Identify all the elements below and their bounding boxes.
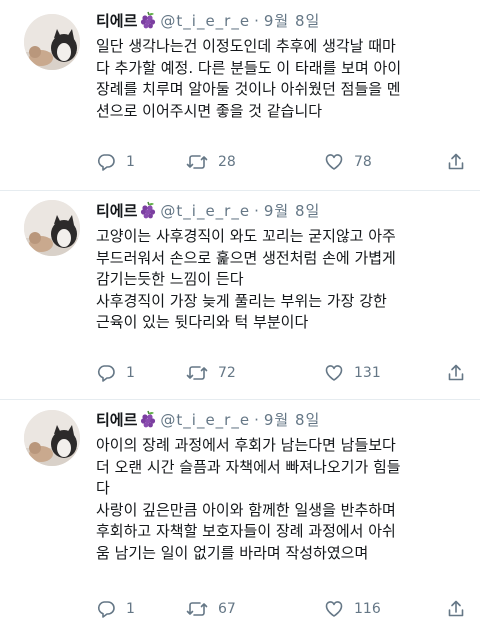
like-icon bbox=[325, 365, 343, 381]
retweet-icon bbox=[186, 602, 208, 616]
tweet-line: 고양이는 사후경직이 와도 꼬리는 굳지않고 아주 bbox=[96, 227, 396, 245]
display-name[interactable]: 티에르 bbox=[96, 202, 137, 220]
like-button[interactable]: 131 bbox=[324, 362, 381, 384]
timestamp[interactable]: 9월 8일 bbox=[264, 202, 320, 220]
reply-icon bbox=[97, 154, 115, 171]
tweet-header: 티에르 @t_i_e_r_e · 9월 8일 bbox=[96, 409, 320, 431]
grape-emoji bbox=[139, 201, 157, 225]
retweet-count: 28 bbox=[218, 154, 236, 170]
reply-button[interactable]: 1 bbox=[96, 151, 135, 173]
retweet-count: 72 bbox=[218, 365, 236, 381]
share-button[interactable] bbox=[446, 598, 466, 620]
tweet-1[interactable]: 티에르 @t_i_e_r_e · 9월 8일 일단 생각나는건 이정도인데 추후에 생… bbox=[0, 0, 480, 190]
avatar[interactable] bbox=[24, 200, 80, 256]
tweet-line: 감기는듯한 느낌이 든다 bbox=[96, 270, 244, 288]
separator: · bbox=[254, 411, 260, 429]
reply-button[interactable]: 1 bbox=[96, 598, 135, 620]
grape-emoji bbox=[139, 410, 157, 434]
tweet-text: 일단 생각나는건 이정도인데 추후에 생각날 때마 다 추가할 예정. 다른 분… bbox=[96, 36, 466, 122]
tweet-actions: 1 28 78 bbox=[96, 151, 468, 173]
timestamp[interactable]: 9월 8일 bbox=[264, 411, 320, 429]
like-button[interactable]: 78 bbox=[324, 151, 372, 173]
reply-count: 1 bbox=[126, 154, 135, 170]
tweet-text: 고양이는 사후경직이 와도 꼬리는 굳지않고 아주 부드러워서 손으로 훑으면 … bbox=[96, 226, 466, 334]
tweet-line: 장례를 치루며 알아둘 것이나 아쉬웠던 점들을 멘 bbox=[96, 80, 401, 98]
avatar[interactable] bbox=[24, 410, 80, 466]
like-icon bbox=[325, 154, 343, 170]
share-icon bbox=[448, 364, 464, 381]
tweet-header: 티에르 @t_i_e_r_e · 9월 8일 bbox=[96, 10, 320, 32]
tweet-2[interactable]: 티에르 @t_i_e_r_e · 9월 8일 고양이는 사후경직이 와도 꼬리는 굳지… bbox=[0, 191, 480, 399]
tweet-line: 근육이 있는 뒷다리와 턱 부분이다 bbox=[96, 313, 309, 331]
like-button[interactable]: 116 bbox=[324, 598, 381, 620]
tweet-line: 더 오랜 시간 슬픔과 자책에서 빠져나오기가 힘들 bbox=[96, 457, 401, 476]
reply-icon bbox=[97, 365, 115, 382]
tweet-line: 아이의 장례 과정에서 후회가 남는다면 남들보다 bbox=[96, 436, 396, 454]
tweet-actions: 1 72 131 bbox=[96, 362, 468, 384]
like-count: 116 bbox=[354, 601, 381, 617]
tweet-actions: 1 67 116 bbox=[96, 598, 468, 620]
separator: · bbox=[254, 12, 260, 30]
separator: · bbox=[254, 202, 260, 220]
avatar-cat-photo bbox=[24, 14, 80, 70]
avatar[interactable] bbox=[24, 14, 80, 70]
share-icon bbox=[448, 600, 464, 617]
avatar-cat-photo bbox=[24, 410, 80, 466]
tweet-line: 일단 생각나는건 이정도인데 추후에 생각날 때마 bbox=[96, 37, 396, 55]
share-button[interactable] bbox=[446, 362, 466, 384]
reply-count: 1 bbox=[126, 365, 135, 381]
tweet-line: 움 남기는 일이 없기를 바라며 작성하였으며 bbox=[96, 543, 369, 562]
share-icon bbox=[448, 153, 464, 170]
tweet-3[interactable]: 티에르 @t_i_e_r_e · 9월 8일 아이의 장례 과정에서 후회가 남는다면… bbox=[0, 400, 480, 630]
tweet-line: 다 추가할 예정. 다른 분들도 이 타래를 보며 아이 bbox=[96, 58, 402, 77]
retweet-button[interactable]: 28 bbox=[186, 151, 236, 173]
retweet-count: 67 bbox=[218, 601, 236, 617]
reply-count: 1 bbox=[126, 601, 135, 617]
tweet-line: 사랑이 깊은만큼 아이와 함께한 일생을 반추하며 bbox=[96, 500, 396, 519]
avatar-cat-photo bbox=[24, 200, 80, 256]
display-name[interactable]: 티에르 bbox=[96, 12, 137, 30]
handle[interactable]: @t_i_e_r_e bbox=[160, 411, 250, 429]
grape-emoji bbox=[139, 11, 157, 35]
tweet-text: 아이의 장례 과정에서 후회가 남는다면 남들보다 더 오랜 시간 슬픔과 자책… bbox=[96, 435, 466, 564]
retweet-button[interactable]: 67 bbox=[186, 598, 236, 620]
retweet-icon bbox=[186, 155, 208, 169]
retweet-button[interactable]: 72 bbox=[186, 362, 236, 384]
tweet-line: 션으로 이어주시면 좋을 것 같습니다 bbox=[96, 101, 323, 120]
tweet-line: 다 bbox=[96, 479, 110, 497]
like-count: 131 bbox=[354, 365, 381, 381]
like-icon bbox=[325, 601, 343, 617]
handle[interactable]: @t_i_e_r_e bbox=[160, 12, 250, 30]
share-button[interactable] bbox=[446, 151, 466, 173]
timestamp[interactable]: 9월 8일 bbox=[264, 12, 320, 30]
like-count: 78 bbox=[354, 154, 372, 170]
retweet-icon bbox=[186, 366, 208, 380]
handle[interactable]: @t_i_e_r_e bbox=[160, 202, 250, 220]
tweet-header: 티에르 @t_i_e_r_e · 9월 8일 bbox=[96, 200, 320, 222]
tweet-line: 부드러워서 손으로 훑으면 생전처럼 손에 가볍게 bbox=[96, 248, 396, 267]
reply-button[interactable]: 1 bbox=[96, 362, 135, 384]
display-name[interactable]: 티에르 bbox=[96, 411, 137, 429]
tweet-line: 사후경직이 가장 늦게 풀리는 부위는 가장 강한 bbox=[96, 291, 387, 310]
reply-icon bbox=[97, 601, 115, 618]
tweet-line: 후회하고 자책할 보호자들이 장례 과정에서 아쉬 bbox=[96, 522, 396, 540]
